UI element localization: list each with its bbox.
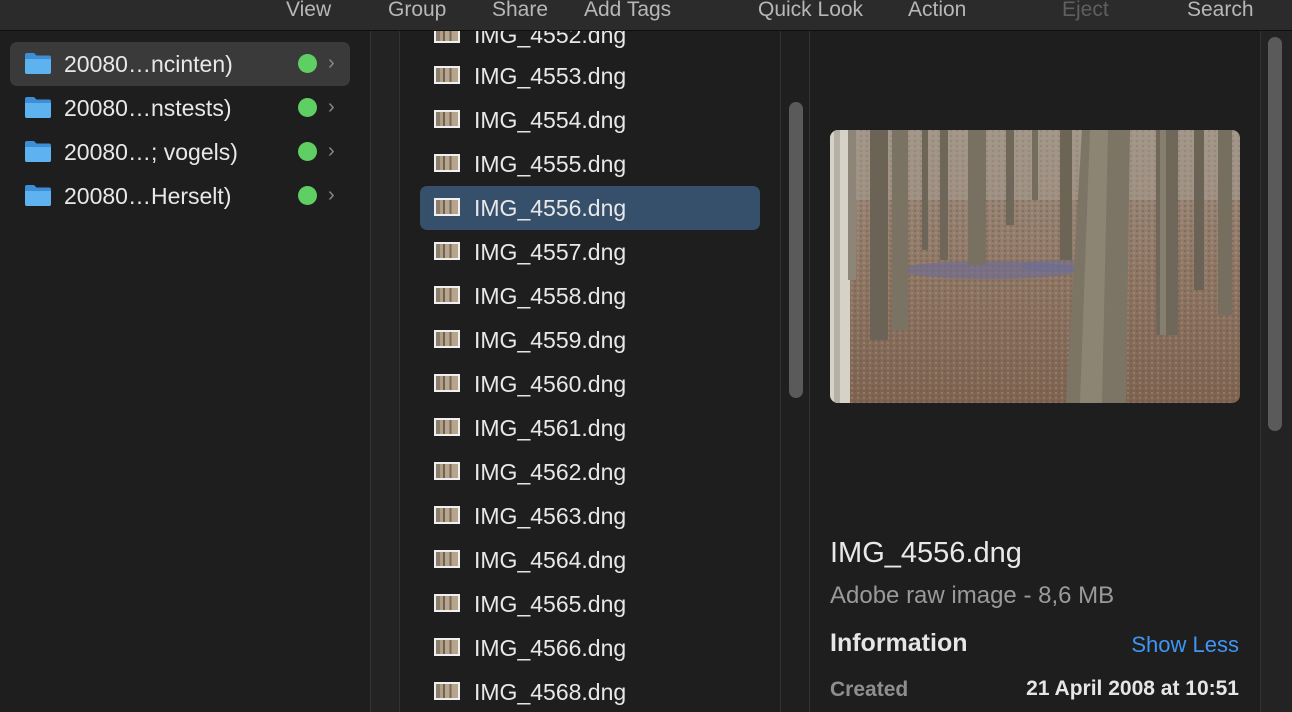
forest-photo bbox=[830, 130, 1240, 403]
image-thumbnail-icon bbox=[434, 594, 460, 612]
preview-title: IMG_4556.dng bbox=[830, 537, 1022, 569]
file-row[interactable]: IMG_4568.dng bbox=[420, 670, 760, 712]
folder-row[interactable]: 20080…; vogels) › bbox=[10, 130, 350, 174]
toolbar: View Group Share Add Tags Quick Look Act… bbox=[0, 0, 1292, 31]
file-name: IMG_4553.dng bbox=[474, 63, 627, 89]
folder-label: 20080…Herselt) bbox=[64, 183, 232, 209]
created-label: Created bbox=[830, 678, 909, 701]
file-row[interactable]: IMG_4559.dng bbox=[420, 318, 760, 362]
image-thumbnail-icon bbox=[434, 242, 460, 260]
folder-icon bbox=[25, 97, 51, 118]
created-value: 21 April 2008 at 10:51 bbox=[1026, 677, 1239, 700]
preview-scrollbar[interactable] bbox=[1268, 37, 1282, 431]
file-name: IMG_4561.dng bbox=[474, 415, 627, 441]
file-row[interactable]: IMG_4554.dng bbox=[420, 98, 760, 142]
preview-subtitle: Adobe raw image - 8,6 MB bbox=[830, 582, 1115, 609]
file-name: IMG_4563.dng bbox=[474, 503, 627, 529]
file-row-selected[interactable]: IMG_4556.dng bbox=[420, 186, 760, 230]
chevron-right-icon: › bbox=[328, 184, 335, 206]
file-row[interactable]: IMG_4562.dng bbox=[420, 450, 760, 494]
column-divider bbox=[370, 31, 371, 712]
add-tags-button[interactable]: Add Tags bbox=[584, 0, 671, 24]
file-name: IMG_4566.dng bbox=[474, 635, 627, 661]
folder-icon bbox=[25, 185, 51, 206]
file-row[interactable]: IMG_4561.dng bbox=[420, 406, 760, 450]
image-thumbnail-icon bbox=[434, 330, 460, 348]
file-row[interactable]: IMG_4558.dng bbox=[420, 274, 760, 318]
image-thumbnail-icon bbox=[434, 506, 460, 524]
image-thumbnail-icon bbox=[434, 198, 460, 216]
green-tag-dot bbox=[298, 98, 317, 117]
view-button[interactable]: View bbox=[286, 0, 331, 24]
folder-row[interactable]: 20080…Herselt) › bbox=[10, 174, 350, 218]
file-row[interactable]: IMG_4557.dng bbox=[420, 230, 760, 274]
file-name: IMG_4565.dng bbox=[474, 591, 627, 617]
green-tag-dot bbox=[298, 186, 317, 205]
image-thumbnail-icon bbox=[434, 286, 460, 304]
image-thumbnail-icon bbox=[434, 638, 460, 656]
folder-label: 20080…; vogels) bbox=[64, 139, 238, 165]
folder-label: 20080…nstests) bbox=[64, 95, 232, 121]
image-thumbnail-icon bbox=[434, 550, 460, 568]
folder-label: 20080…ncinten) bbox=[64, 51, 233, 77]
image-thumbnail-icon bbox=[434, 462, 460, 480]
file-name: IMG_4555.dng bbox=[474, 151, 627, 177]
column-resize-gutter[interactable] bbox=[370, 31, 400, 712]
action-button[interactable]: Action bbox=[908, 0, 966, 24]
image-preview[interactable] bbox=[830, 130, 1240, 403]
file-row[interactable]: IMG_4566.dng bbox=[420, 626, 760, 670]
folder-icon bbox=[25, 53, 51, 74]
folder-row[interactable]: 20080…ncinten) › bbox=[10, 42, 350, 86]
folder-icon bbox=[25, 141, 51, 162]
eject-button[interactable]: Eject bbox=[1062, 0, 1109, 24]
file-column-scrollbar-thumb[interactable] bbox=[789, 102, 803, 398]
file-name: IMG_4562.dng bbox=[474, 459, 627, 485]
image-thumbnail-icon bbox=[434, 418, 460, 436]
preview-pane: IMG_4556.dng Adobe raw image - 8,6 MB In… bbox=[810, 31, 1260, 712]
file-name: IMG_4557.dng bbox=[474, 239, 627, 265]
chevron-right-icon: › bbox=[328, 140, 335, 162]
file-name: IMG_4568.dng bbox=[474, 679, 627, 705]
file-column: IMG_4552.dng IMG_4553.dng IMG_4554.dng I… bbox=[400, 31, 780, 712]
image-thumbnail-icon bbox=[434, 31, 460, 43]
image-thumbnail-icon bbox=[434, 154, 460, 172]
share-button[interactable]: Share bbox=[492, 0, 548, 24]
show-less-link[interactable]: Show Less bbox=[1131, 632, 1239, 658]
file-row[interactable]: IMG_4563.dng bbox=[420, 494, 760, 538]
image-thumbnail-icon bbox=[434, 110, 460, 128]
file-row[interactable]: IMG_4564.dng bbox=[420, 538, 760, 582]
file-row[interactable]: IMG_4553.dng bbox=[420, 54, 760, 98]
chevron-right-icon: › bbox=[328, 52, 335, 74]
chevron-right-icon: › bbox=[328, 96, 335, 118]
file-row[interactable]: IMG_4565.dng bbox=[420, 582, 760, 626]
group-button[interactable]: Group bbox=[388, 0, 446, 24]
information-heading: Information bbox=[830, 629, 968, 657]
search-button[interactable]: Search bbox=[1187, 0, 1254, 24]
file-name: IMG_4554.dng bbox=[474, 107, 627, 133]
file-name: IMG_4564.dng bbox=[474, 547, 627, 573]
image-thumbnail-icon bbox=[434, 66, 460, 84]
green-tag-dot bbox=[298, 54, 317, 73]
image-thumbnail-icon bbox=[434, 682, 460, 700]
file-name: IMG_4558.dng bbox=[474, 283, 627, 309]
file-name: IMG_4560.dng bbox=[474, 371, 627, 397]
green-tag-dot bbox=[298, 142, 317, 161]
file-name: IMG_4556.dng bbox=[474, 195, 627, 221]
folder-row[interactable]: 20080…nstests) › bbox=[10, 86, 350, 130]
quick-look-button[interactable]: Quick Look bbox=[758, 0, 863, 24]
file-row[interactable]: IMG_4560.dng bbox=[420, 362, 760, 406]
file-name: IMG_4559.dng bbox=[474, 327, 627, 353]
finder-window: View Group Share Add Tags Quick Look Act… bbox=[0, 0, 1292, 712]
file-row[interactable]: IMG_4555.dng bbox=[420, 142, 760, 186]
folder-column: 20080…ncinten) › 20080…nstests) › 20080…… bbox=[0, 31, 370, 712]
image-thumbnail-icon bbox=[434, 374, 460, 392]
